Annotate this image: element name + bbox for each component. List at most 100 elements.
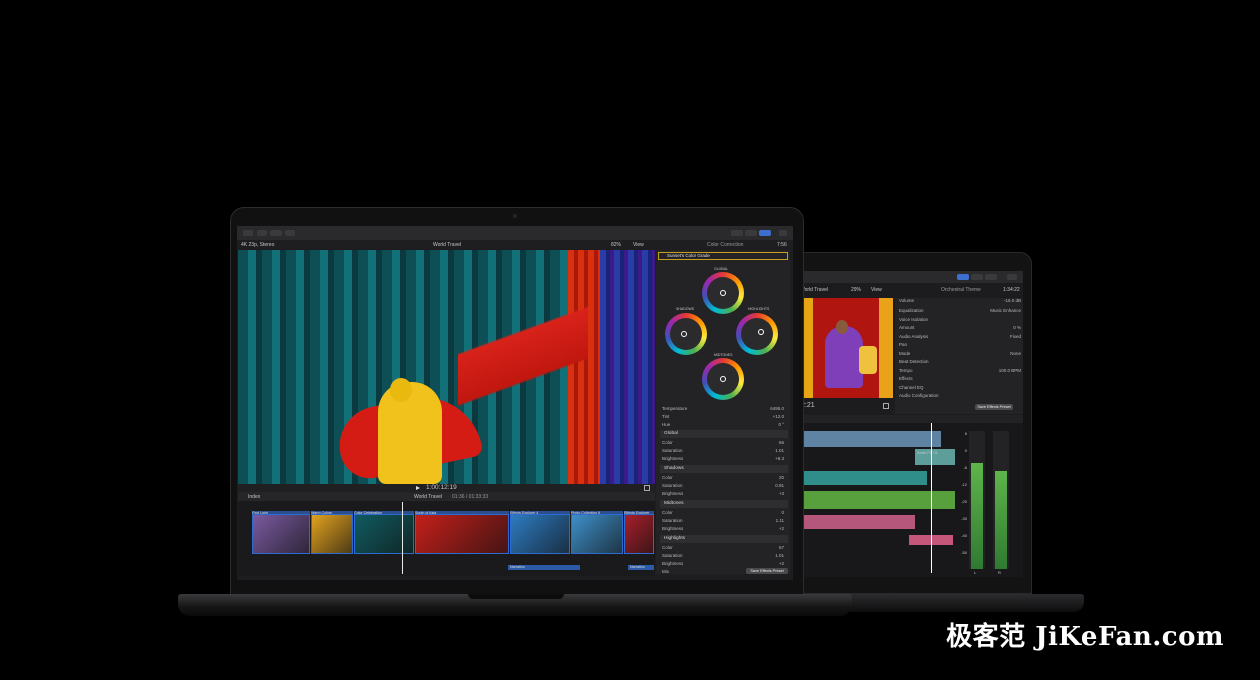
row-value[interactable]: 0.91	[775, 483, 784, 488]
row-value[interactable]: +2	[779, 526, 784, 531]
back-playhead[interactable]	[931, 423, 932, 573]
param-row-1[interactable]: Tint +12.0	[662, 414, 786, 421]
section-shadows[interactable]: Shadows	[660, 465, 788, 473]
back-audio-clip-5[interactable]	[801, 515, 915, 529]
meter-tick: -20	[961, 499, 967, 504]
midtones-wheel-label: MIDTONES	[714, 353, 733, 357]
back-row-label: Mode	[899, 350, 911, 356]
back-inspector-row[interactable]: Beat Detection	[899, 359, 1023, 366]
fullscreen-icon[interactable]	[644, 485, 650, 491]
back-export-icon[interactable]	[1007, 274, 1017, 280]
param-value[interactable]: 0 °	[778, 422, 784, 427]
row-value[interactable]: +2	[779, 561, 784, 566]
back-view-menu[interactable]: View	[871, 287, 882, 293]
meter-tick: -12	[961, 482, 967, 487]
timeline-clip[interactable]	[252, 514, 310, 554]
back-laptop-screen: World Travel 29% View Orchestral Theme 1…	[797, 271, 1023, 577]
shadows-color-wheel[interactable]	[665, 313, 707, 355]
back-row-value[interactable]: 100.0 BPM	[999, 368, 1021, 373]
back-row-value[interactable]: Music Enhance	[990, 308, 1021, 313]
back-audio-inspector: Volume -16.0 dB Equalization Music Enhance…	[895, 298, 1023, 414]
param-label: Tint	[662, 414, 670, 419]
section-row[interactable]: Brightness +2	[662, 526, 786, 533]
section-row[interactable]: Color 0	[662, 510, 786, 517]
back-row-value[interactable]: 0 %	[1013, 325, 1021, 330]
highlights-color-wheel[interactable]	[736, 313, 778, 355]
section-global[interactable]: Global	[660, 430, 788, 438]
param-value[interactable]: +12.0	[773, 414, 784, 419]
back-inspector-row[interactable]: Voice Isolation	[899, 317, 1023, 324]
back-row-value[interactable]: None	[1010, 351, 1021, 356]
back-save-preset-button[interactable]: Save Effects Preset	[975, 404, 1013, 410]
section-row[interactable]: Saturation 0.91	[662, 483, 786, 490]
back-inspector-row[interactable]: Channel EQ	[899, 385, 1023, 392]
section-row[interactable]: Color 66	[662, 440, 786, 447]
browser-toggle[interactable]	[731, 230, 743, 236]
row-value[interactable]: 20	[779, 475, 784, 480]
row-value[interactable]: 66	[779, 440, 784, 445]
back-inspector-row[interactable]: Audio Analysis Fixed	[899, 334, 1023, 341]
param-row-2[interactable]: Hue 0 °	[662, 422, 786, 429]
section-row[interactable]: Saturation 1.01	[662, 553, 786, 560]
timeline-clip[interactable]	[624, 514, 654, 554]
row-value[interactable]: +3	[779, 491, 784, 496]
timeline-clip[interactable]	[354, 514, 414, 554]
back-inspector-row[interactable]: Effects	[899, 376, 1023, 383]
background-tasks-icon[interactable]	[285, 230, 295, 236]
narration-clip-1[interactable]: Narration	[508, 565, 580, 570]
back-inspector-row[interactable]: Pan	[899, 342, 1023, 349]
back-inspector-button[interactable]	[971, 274, 983, 280]
effect-name-field[interactable]: Sunset's Color Grade	[658, 252, 788, 260]
share-icon[interactable]	[779, 230, 787, 236]
timeline-clip[interactable]	[311, 514, 353, 554]
param-row-0[interactable]: Temperature 6495.0	[662, 406, 786, 413]
row-value[interactable]: 1.11	[776, 518, 784, 523]
back-layout-button[interactable]	[957, 274, 969, 280]
row-value[interactable]: 1.01	[775, 553, 784, 558]
back-audio-clip-1[interactable]	[801, 431, 941, 447]
row-value[interactable]: 0	[781, 510, 784, 515]
front-zoom[interactable]: 82%	[611, 242, 621, 248]
back-inspector-row[interactable]: Equalization Music Enhance	[899, 308, 1023, 315]
back-audio-clip-3[interactable]	[801, 471, 927, 485]
section-row[interactable]: Color 20	[662, 475, 786, 482]
param-value[interactable]: 6495.0	[770, 406, 784, 411]
import-icon[interactable]	[257, 230, 267, 236]
front-view-menu[interactable]: View	[633, 242, 644, 248]
playhead[interactable]	[402, 502, 403, 574]
keyword-button[interactable]	[270, 230, 282, 236]
play-icon[interactable]	[416, 486, 420, 490]
save-effects-preset-button[interactable]: Save Effects Preset	[746, 568, 788, 574]
timeline-toggle[interactable]	[745, 230, 757, 236]
libraries-button[interactable]	[243, 230, 253, 236]
timeline-clip[interactable]	[415, 514, 509, 554]
back-inspector-row[interactable]: Mode None	[899, 351, 1023, 358]
narration-clip-2[interactable]: Narration	[628, 565, 654, 570]
back-inspector-row[interactable]: Amount 0 %	[899, 325, 1023, 332]
section-midtones[interactable]: Midtones	[660, 500, 788, 508]
section-row[interactable]: Brightness +2	[662, 561, 786, 568]
row-value[interactable]: +8.3	[775, 456, 784, 461]
global-color-wheel[interactable]	[702, 272, 744, 314]
row-value[interactable]: 1.01	[775, 448, 784, 453]
section-row[interactable]: Color 57	[662, 545, 786, 552]
midtones-color-wheel[interactable]	[702, 358, 744, 400]
inspector-toggle[interactable]	[759, 230, 771, 236]
back-fullscreen-icon[interactable]	[883, 403, 889, 409]
row-value[interactable]: 57	[779, 545, 784, 550]
section-highlights[interactable]: Highlights	[660, 535, 788, 543]
timeline-clip[interactable]	[510, 514, 570, 554]
back-inspector-row[interactable]: Audio Configuration	[899, 393, 1023, 400]
back-inspector-row[interactable]: Tempo 100.0 BPM	[899, 368, 1023, 375]
timeline-index-button[interactable]: Index	[248, 494, 260, 500]
back-share-button[interactable]	[985, 274, 997, 280]
section-row[interactable]: Saturation 1.11	[662, 518, 786, 525]
back-row-value[interactable]: Fixed	[1010, 334, 1021, 339]
section-row[interactable]: Brightness +8.3	[662, 456, 786, 463]
section-row[interactable]: Saturation 1.01	[662, 448, 786, 455]
section-row[interactable]: Brightness +3	[662, 491, 786, 498]
back-volume-value[interactable]: -16.0 dB	[1004, 298, 1021, 303]
back-zoom[interactable]: 29%	[851, 287, 861, 293]
timeline-clip[interactable]	[571, 514, 623, 554]
highlights-wheel-label: HIGHLIGHTS	[748, 307, 770, 311]
